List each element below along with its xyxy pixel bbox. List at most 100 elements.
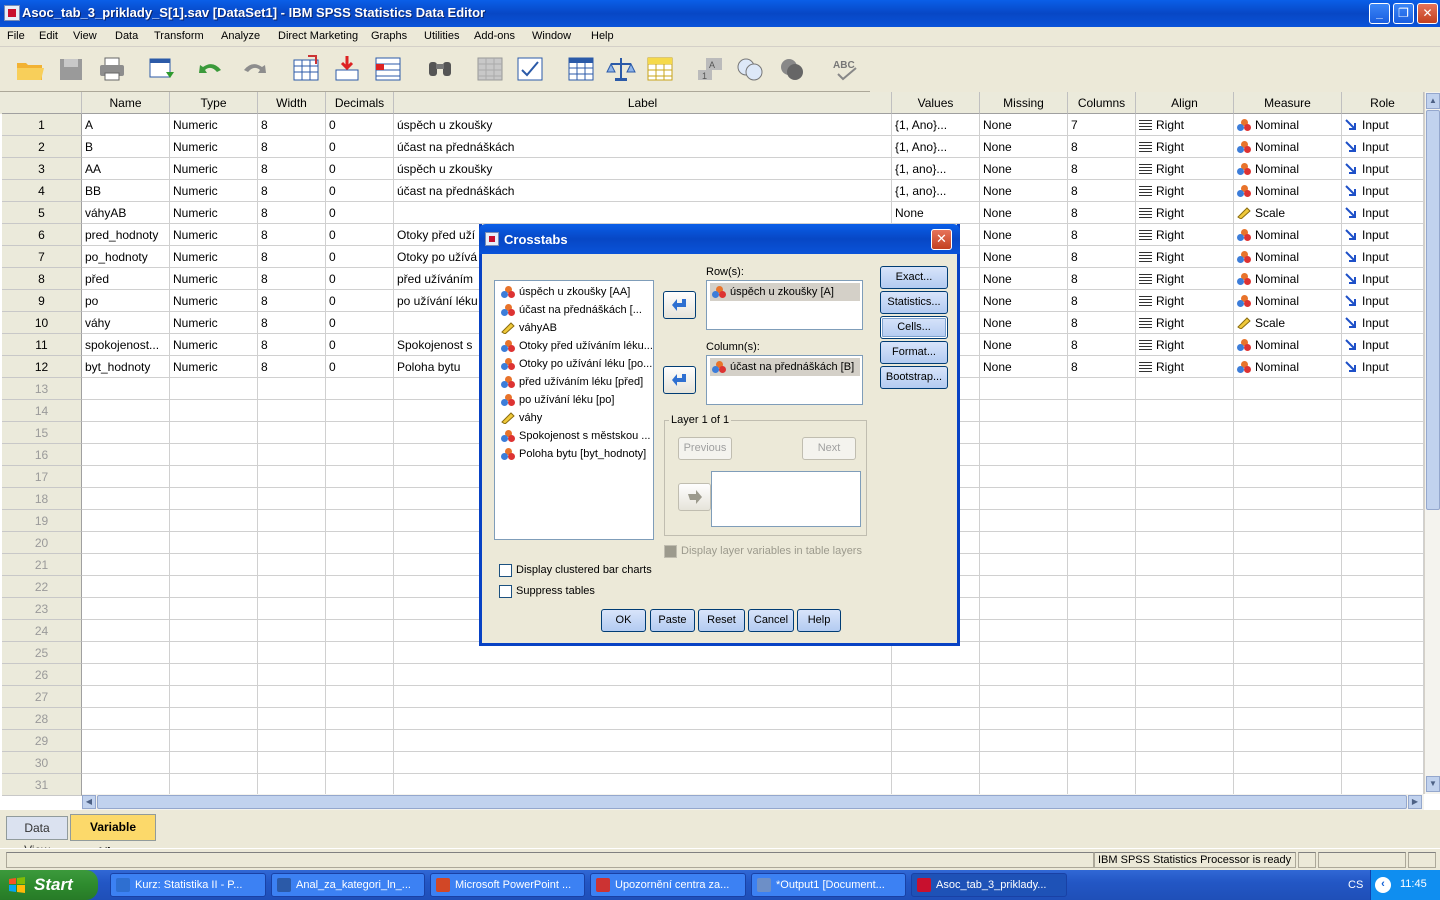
horizontal-scrollbar[interactable]: ◀ ▶: [82, 794, 1424, 810]
cell-empty[interactable]: [1068, 576, 1136, 598]
layer-list[interactable]: [711, 471, 861, 527]
cell-empty[interactable]: [82, 598, 170, 620]
cell-name[interactable]: po: [82, 290, 170, 312]
cell-label[interactable]: účast na přednáškách: [394, 180, 892, 202]
cell-empty[interactable]: [980, 686, 1068, 708]
menu-graphs[interactable]: Graphs: [371, 30, 407, 42]
cell-type[interactable]: Numeric: [170, 246, 258, 268]
cell-type[interactable]: Numeric: [170, 224, 258, 246]
goto-case-icon[interactable]: [290, 54, 322, 84]
row-number[interactable]: 17: [2, 466, 82, 488]
cell-name[interactable]: váhyAB: [82, 202, 170, 224]
cell-empty[interactable]: [82, 708, 170, 730]
insert-cases-icon[interactable]: [474, 54, 506, 84]
cell-role[interactable]: Input: [1342, 290, 1424, 312]
cell-width[interactable]: 8: [258, 246, 326, 268]
cell-empty[interactable]: [1136, 532, 1234, 554]
row-number[interactable]: 19: [2, 510, 82, 532]
cell-empty[interactable]: [1234, 752, 1342, 774]
undo-icon[interactable]: [195, 54, 227, 84]
cell-empty[interactable]: [1342, 444, 1424, 466]
cell-empty[interactable]: [1136, 752, 1234, 774]
cell-empty[interactable]: [82, 730, 170, 752]
source-variable-list[interactable]: úspěch u zkoušky [AA] účast na přednáškác…: [494, 280, 654, 540]
cell-width[interactable]: 8: [258, 312, 326, 334]
cell-empty[interactable]: [1342, 664, 1424, 686]
cell-empty[interactable]: [1136, 466, 1234, 488]
cell-missing[interactable]: None: [980, 268, 1068, 290]
row-number[interactable]: 8: [2, 268, 82, 290]
row-number[interactable]: 5: [2, 202, 82, 224]
cell-align[interactable]: Right: [1136, 334, 1234, 356]
column-header-name[interactable]: Name: [82, 92, 170, 114]
cell-empty[interactable]: [258, 642, 326, 664]
cell-empty[interactable]: [1342, 642, 1424, 664]
statistics-button[interactable]: Statistics...: [880, 291, 948, 314]
cell-empty[interactable]: [170, 400, 258, 422]
cell-align[interactable]: Right: [1136, 268, 1234, 290]
cell-type[interactable]: Numeric: [170, 114, 258, 136]
cell-role[interactable]: Input: [1342, 114, 1424, 136]
cell-empty[interactable]: [170, 576, 258, 598]
cell-measure[interactable]: Nominal: [1234, 246, 1342, 268]
cell-empty[interactable]: [1342, 422, 1424, 444]
cell-columns[interactable]: 8: [1068, 180, 1136, 202]
minimize-button[interactable]: _: [1369, 3, 1390, 24]
cell-empty[interactable]: [82, 400, 170, 422]
menu-view[interactable]: View: [73, 30, 97, 42]
rows-list[interactable]: úspěch u zkoušky [A]: [706, 280, 863, 330]
cell-empty[interactable]: [980, 400, 1068, 422]
cell-empty[interactable]: [170, 422, 258, 444]
cell-empty[interactable]: [1136, 620, 1234, 642]
cell-empty[interactable]: [1342, 510, 1424, 532]
cell-empty[interactable]: [1342, 466, 1424, 488]
cell-empty[interactable]: [1342, 576, 1424, 598]
column-header-decimals[interactable]: Decimals: [326, 92, 394, 114]
cell-empty[interactable]: [980, 730, 1068, 752]
cell-empty[interactable]: [258, 488, 326, 510]
row-number[interactable]: 31: [2, 774, 82, 796]
cell-empty[interactable]: [82, 620, 170, 642]
cell-name[interactable]: AA: [82, 158, 170, 180]
cell-empty[interactable]: [892, 664, 980, 686]
row-number[interactable]: 27: [2, 686, 82, 708]
cell-missing[interactable]: None: [980, 356, 1068, 378]
cell-measure[interactable]: Nominal: [1234, 268, 1342, 290]
cell-empty[interactable]: [1342, 752, 1424, 774]
cell-empty[interactable]: [326, 598, 394, 620]
show-all-variables-icon[interactable]: [776, 54, 808, 84]
cell-empty[interactable]: [980, 664, 1068, 686]
cell-columns[interactable]: 8: [1068, 312, 1136, 334]
cell-empty[interactable]: [82, 378, 170, 400]
vertical-scrollbar[interactable]: ▲ ▼: [1424, 92, 1440, 794]
cell-empty[interactable]: [82, 642, 170, 664]
cell-empty[interactable]: [1136, 488, 1234, 510]
cell-empty[interactable]: [1068, 444, 1136, 466]
select-cases-icon[interactable]: [644, 54, 676, 84]
cell-empty[interactable]: [394, 708, 892, 730]
cell-empty[interactable]: [1068, 532, 1136, 554]
cell-empty[interactable]: [394, 752, 892, 774]
cell-empty[interactable]: [326, 752, 394, 774]
open-folder-icon[interactable]: [14, 54, 46, 84]
spell-check-icon[interactable]: ABC: [830, 54, 862, 84]
cell-empty[interactable]: [170, 598, 258, 620]
cell-empty[interactable]: [82, 576, 170, 598]
cell-empty[interactable]: [170, 774, 258, 796]
cell-values[interactable]: {1, ano}...: [892, 180, 980, 202]
cell-measure[interactable]: Nominal: [1234, 334, 1342, 356]
source-list-item[interactable]: Otoky před užíváním léku...: [499, 337, 653, 355]
cell-empty[interactable]: [82, 510, 170, 532]
display-layer-checkbox[interactable]: [664, 545, 677, 558]
cell-columns[interactable]: 8: [1068, 136, 1136, 158]
cell-empty[interactable]: [258, 686, 326, 708]
column-header-label[interactable]: Label: [394, 92, 892, 114]
cell-empty[interactable]: [1136, 510, 1234, 532]
cell-empty[interactable]: [1068, 400, 1136, 422]
taskbar-item[interactable]: Microsoft PowerPoint ...: [430, 873, 585, 897]
cell-empty[interactable]: [326, 488, 394, 510]
cell-empty[interactable]: [1136, 378, 1234, 400]
cell-empty[interactable]: [1234, 466, 1342, 488]
cell-empty[interactable]: [1068, 774, 1136, 796]
row-number[interactable]: 7: [2, 246, 82, 268]
